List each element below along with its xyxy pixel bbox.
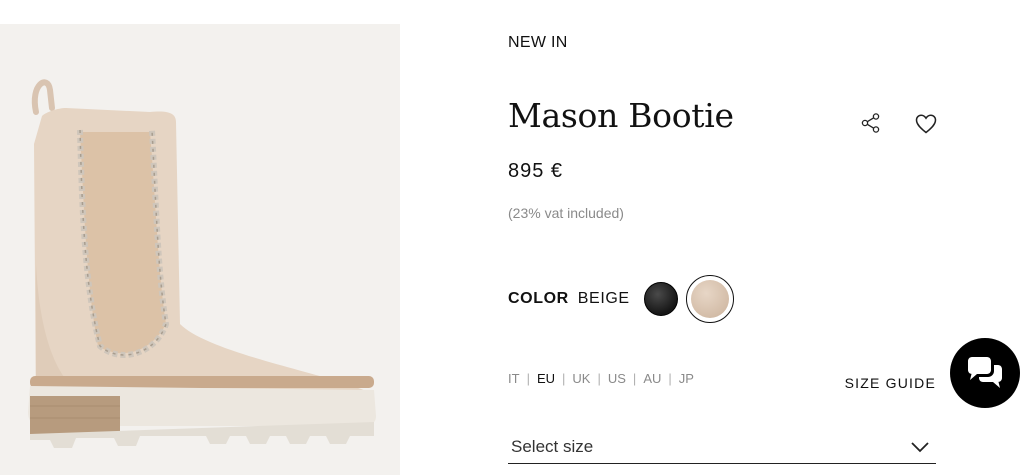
color-label: COLOR — [508, 290, 569, 307]
size-dropdown-placeholder: Select size — [511, 436, 594, 456]
size-system-uk[interactable]: UK — [572, 371, 590, 386]
size-system-jp[interactable]: JP — [679, 371, 694, 386]
product-details: NEW IN Mason Bootie 895 € (23% vat inclu… — [508, 0, 938, 475]
boot-illustration — [0, 24, 400, 475]
product-price: 895 € — [508, 160, 564, 182]
size-guide-link[interactable]: SIZE GUIDE — [845, 375, 936, 391]
color-swatch-beige[interactable] — [685, 275, 734, 323]
heart-icon — [915, 114, 937, 134]
color-swatch-black[interactable] — [643, 282, 678, 316]
size-system-eu[interactable]: EU — [537, 371, 555, 386]
divider: | — [668, 371, 672, 386]
color-swatch-beige-fill — [690, 280, 729, 318]
new-in-badge: NEW IN — [508, 34, 568, 51]
divider: | — [597, 371, 601, 386]
divider: | — [632, 371, 637, 386]
divider: | — [562, 371, 566, 386]
share-button[interactable] — [860, 112, 882, 134]
size-system-us[interactable]: US — [608, 371, 626, 386]
chat-button[interactable] — [950, 338, 1020, 408]
share-icon — [861, 113, 880, 133]
product-title: Mason Bootie — [508, 96, 734, 135]
color-selector: COLOR BEIGE — [508, 275, 734, 323]
wishlist-button[interactable] — [914, 112, 938, 136]
size-system-it[interactable]: IT — [508, 371, 520, 386]
size-system-au[interactable]: AU — [643, 371, 661, 386]
size-system-tabs: IT | EU | UK | US | AU | JP — [508, 371, 694, 386]
divider: | — [526, 371, 530, 386]
product-image — [0, 24, 400, 475]
selected-color-name: BEIGE — [577, 290, 630, 307]
chat-icon — [968, 357, 1002, 388]
vat-note: (23% vat included) — [508, 205, 624, 221]
chevron-down-icon — [911, 441, 929, 452]
size-dropdown[interactable]: Select size — [508, 430, 936, 464]
